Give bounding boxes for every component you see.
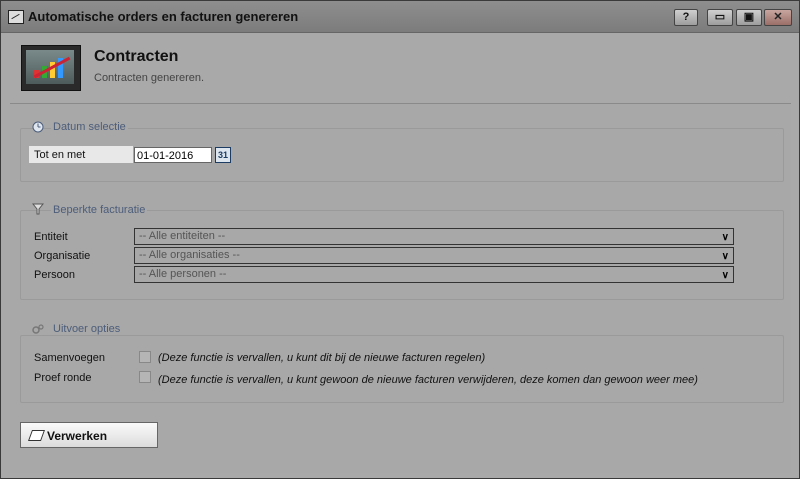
filter-icon [31,203,45,215]
gears-icon [32,323,44,335]
verwerken-button[interactable]: Verwerken [20,422,158,448]
tot-en-met-label: Tot en met [34,149,86,161]
proef-ronde-label: Proef ronde [34,372,92,384]
app-window: Automatische orders en facturen generere… [0,0,800,479]
datum-selectie-title: Datum selectie [51,121,128,133]
proef-ronde-checkbox[interactable] [139,371,151,383]
organisatie-label: Organisatie [34,250,91,262]
entiteit-value: -- Alle entiteiten -- [139,230,226,242]
minimize-button[interactable]: ▭ [707,9,733,26]
calendar-icon[interactable]: 31 [215,147,231,163]
entiteit-label: Entiteit [34,231,68,243]
uitvoer-opties-group [20,335,784,403]
persoon-value: -- Alle personen -- [139,268,227,280]
chevron-down-icon: ∨ [721,251,729,262]
organisatie-value: -- Alle organisaties -- [139,249,240,261]
samenvoegen-checkbox[interactable] [139,351,151,363]
clock-icon [32,121,44,133]
maximize-button[interactable]: ▣ [736,9,762,26]
persoon-select[interactable]: -- Alle personen -- ∨ [134,266,734,283]
samenvoegen-note: (Deze functie is vervallen, u kunt dit b… [158,352,486,364]
tot-en-met-date-input[interactable]: 01-01-2016 [134,147,212,163]
title-bar[interactable]: Automatische orders en facturen generere… [1,1,799,33]
page-title: Contracten [94,48,179,65]
eraser-icon [27,430,46,441]
window-title: Automatische orders en facturen generere… [28,9,299,24]
organisatie-select[interactable]: -- Alle organisaties -- ∨ [134,247,734,264]
chevron-down-icon: ∨ [721,270,729,281]
beperkte-facturatie-title: Beperkte facturatie [51,204,148,216]
close-button[interactable]: ✕ [764,9,792,26]
entiteit-select[interactable]: -- Alle entiteiten -- ∨ [134,228,734,245]
help-button[interactable]: ? [674,9,698,26]
proef-ronde-note: (Deze functie is vervallen, u kunt gewoo… [158,374,698,386]
chart-icon [21,45,81,91]
uitvoer-opties-title: Uitvoer opties [51,323,123,335]
page-subtitle: Contracten genereren. [94,72,205,84]
content-area: Contracten Contracten genereren. Datum s… [10,33,791,473]
app-icon [8,10,24,24]
chevron-down-icon: ∨ [721,232,729,243]
verwerken-label: Verwerken [47,429,108,443]
page-header: Contracten Contracten genereren. [10,33,791,104]
samenvoegen-label: Samenvoegen [34,352,105,364]
persoon-label: Persoon [34,269,75,281]
